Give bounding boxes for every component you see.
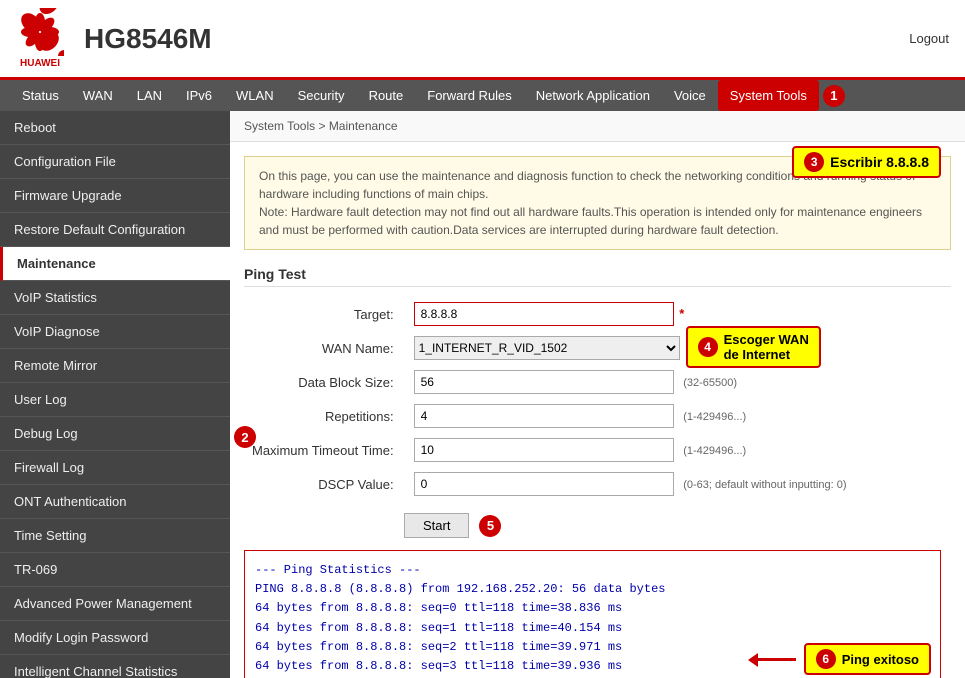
nav-item-lan[interactable]: LAN (125, 80, 174, 111)
sidebar-item-advanced-power-management[interactable]: Advanced Power Management (0, 587, 230, 621)
annotation-1-num: 1 (823, 85, 845, 107)
info-section: On this page, you can use the maintenanc… (244, 156, 951, 250)
annotation-arrow-line (756, 658, 796, 661)
wan-name-select[interactable]: 1_INTERNET_R_VID_15022_TR069_R_VID_15033… (414, 336, 680, 360)
ping-section-title: Ping Test (244, 266, 951, 287)
repetitions-hint: (1-429496...) (683, 411, 746, 423)
annotation-6-num: 6 (816, 649, 836, 669)
annotation-5-num: 5 (479, 515, 501, 537)
data-block-row: Data Block Size: (32-65500) (244, 365, 951, 399)
nav-item-security[interactable]: Security (286, 80, 357, 111)
breadcrumb: System Tools > Maintenance (230, 111, 965, 142)
timeout-row: Maximum Timeout Time: (1-429496...) (244, 433, 951, 467)
sidebar-item-remote-mirror[interactable]: Remote Mirror (0, 349, 230, 383)
device-model: HG8546M (84, 23, 909, 55)
info-text: On this page, you can use the maintenanc… (259, 169, 922, 237)
target-input[interactable] (414, 302, 674, 326)
target-label: Target: (244, 297, 406, 331)
nav-item-ipv6[interactable]: IPv6 (174, 80, 224, 111)
logo-area: HUAWEI (16, 8, 64, 69)
timeout-hint: (1-429496...) (683, 445, 746, 457)
nav-item-route[interactable]: Route (357, 80, 416, 111)
nav-item-status[interactable]: Status (10, 80, 71, 111)
sidebar-item-time-setting[interactable]: Time Setting (0, 519, 230, 553)
annotation-3-bubble: 3 Escribir 8.8.8.8 (792, 146, 941, 178)
start-button[interactable]: Start (404, 513, 469, 538)
ping-output-wrapper: --- Ping Statistics --- PING 8.8.8.8 (8.… (244, 550, 951, 678)
annotation-3-num: 3 (804, 152, 824, 172)
repetitions-input[interactable] (414, 404, 674, 428)
annotation-6-area: 6 Ping exitoso (756, 643, 931, 675)
target-row: Target: * (244, 297, 951, 331)
nav-item-network-application[interactable]: Network Application (524, 80, 662, 111)
annotation-2-num: 2 (234, 426, 256, 448)
annotation-4-num: 4 (698, 337, 718, 357)
huawei-logo (16, 8, 64, 56)
timeout-label: Maximum Timeout Time: (244, 433, 406, 467)
nav-item-system-tools[interactable]: System Tools (718, 80, 819, 111)
annotation-arrow-head (748, 653, 758, 667)
sidebar: RebootConfiguration FileFirmware Upgrade… (0, 111, 230, 678)
sidebar-item-firewall-log[interactable]: Firewall Log (0, 451, 230, 485)
layout: RebootConfiguration FileFirmware Upgrade… (0, 111, 965, 678)
content-area: On this page, you can use the maintenanc… (230, 142, 965, 678)
sidebar-item-restore-default-configuration[interactable]: Restore Default Configuration (0, 213, 230, 247)
sidebar-item-configuration-file[interactable]: Configuration File (0, 145, 230, 179)
sidebar-item-debug-log[interactable]: Debug Log (0, 417, 230, 451)
sidebar-item-intelligent-channel-statistics[interactable]: Intelligent Channel Statistics (0, 655, 230, 678)
header: HUAWEI HG8546M Logout (0, 0, 965, 80)
sidebar-item-user-log[interactable]: User Log (0, 383, 230, 417)
ping-form: Target: * WAN Name: 1_INTERNET_R_VID_150… (244, 297, 951, 501)
dscp-hint: (0-63; default without inputting: 0) (683, 479, 846, 491)
wan-name-label: WAN Name: (244, 331, 406, 365)
sidebar-item-maintenance[interactable]: Maintenance (0, 247, 230, 281)
annotation-6-text: Ping exitoso (842, 652, 919, 667)
repetitions-row: Repetitions: (1-429496...) (244, 399, 951, 433)
brand-name: HUAWEI (20, 58, 60, 69)
sidebar-item-voip-statistics[interactable]: VoIP Statistics (0, 281, 230, 315)
navbar: StatusWANLANIPv6WLANSecurityRouteForward… (0, 80, 965, 111)
dscp-label: DSCP Value: (244, 467, 406, 501)
dscp-input[interactable] (414, 472, 674, 496)
nav-item-voice[interactable]: Voice (662, 80, 718, 111)
logout-button[interactable]: Logout (909, 31, 949, 46)
nav-item-wan[interactable]: WAN (71, 80, 125, 111)
dscp-row: DSCP Value: (0-63; default without input… (244, 467, 951, 501)
nav-item-wlan[interactable]: WLAN (224, 80, 286, 111)
sidebar-item-voip-diagnose[interactable]: VoIP Diagnose (0, 315, 230, 349)
annotation-4-text: Escoger WANde Internet (724, 332, 809, 362)
target-required: * (679, 306, 684, 321)
timeout-input[interactable] (414, 438, 674, 462)
start-row: Start 5 (404, 513, 951, 538)
wan-name-row: WAN Name: 1_INTERNET_R_VID_15022_TR069_R… (244, 331, 951, 365)
main-content: System Tools > Maintenance On this page,… (230, 111, 965, 678)
repetitions-label: Repetitions: (244, 399, 406, 433)
annotation-6-bubble: 6 Ping exitoso (804, 643, 931, 675)
annotation-3-text: Escribir 8.8.8.8 (830, 154, 929, 170)
annotation-4-bubble: 4 Escoger WANde Internet (686, 326, 821, 368)
nav-item-forward-rules[interactable]: Forward Rules (415, 80, 524, 111)
sidebar-item-ont-authentication[interactable]: ONT Authentication (0, 485, 230, 519)
ping-test-section: Ping Test 2 Target: * WAN Name: (244, 266, 951, 678)
sidebar-item-reboot[interactable]: Reboot (0, 111, 230, 145)
sidebar-item-firmware-upgrade[interactable]: Firmware Upgrade (0, 179, 230, 213)
sidebar-item-tr-069[interactable]: TR-069 (0, 553, 230, 587)
sidebar-item-modify-login-password[interactable]: Modify Login Password (0, 621, 230, 655)
data-block-hint: (32-65500) (683, 377, 737, 389)
data-block-input[interactable] (414, 370, 674, 394)
data-block-label: Data Block Size: (244, 365, 406, 399)
